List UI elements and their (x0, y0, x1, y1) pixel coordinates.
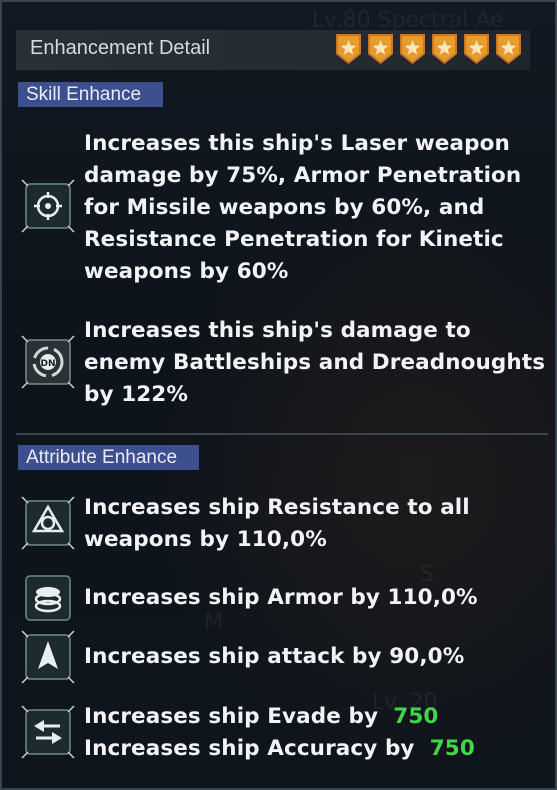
skill-description: Increases this ship's damage to enemy Ba… (84, 315, 545, 411)
armor-icon (25, 575, 71, 621)
skill-description-line: Resistance Penetration for Kinetic (84, 227, 504, 252)
attribute-description: Increases ship Armor by 110,0% (84, 582, 478, 614)
resistance-icon (21, 496, 75, 550)
attribute-description-line: weapons by 110,0% (84, 527, 327, 552)
skill-description-line: damage by 75%, Armor Penetration (84, 163, 522, 188)
attribute-description-line: Increases ship Armor by 110,0% (84, 585, 478, 610)
evade-label: Increases ship Evade by (84, 704, 379, 729)
accuracy-value: 750 (429, 736, 475, 761)
dreadnought-icon: DN (21, 335, 75, 389)
attribute-description-line: Increases ship Resistance to all (84, 495, 470, 520)
star-badge-icon (432, 34, 457, 64)
skill-description-line: weapons by 60% (84, 259, 289, 284)
skill-description-line: by 122% (84, 382, 189, 407)
evade-line: Increases ship Evade by 750 (84, 701, 475, 733)
attribute-description: Increases ship Evade by 750 Increases sh… (84, 701, 475, 765)
evade-value: 750 (393, 704, 439, 729)
attribute-description-line: Increases ship attack by 90,0% (84, 644, 465, 669)
skill-description-line: enemy Battleships and Dreadnoughts (84, 350, 546, 375)
skill-description-line: Increases this ship's Laser weapon (84, 131, 510, 156)
enhancement-detail-panel: Lv.80 Spectral Ae S M Lv. 20 Enhancement… (0, 0, 557, 790)
attribute-description: Increases ship Resistance to all weapons… (84, 492, 470, 556)
skill-description-line: for Missile weapons by 60%, and (84, 195, 485, 220)
accuracy-label: Increases ship Accuracy by (84, 736, 415, 761)
attack-icon (21, 630, 75, 684)
section-divider (16, 433, 548, 435)
star-rating (334, 32, 523, 66)
svg-text:DN: DN (40, 359, 55, 369)
evade-accuracy-icon (21, 705, 75, 759)
crosshair-icon (21, 179, 75, 233)
panel-title: Enhancement Detail (30, 37, 211, 59)
attribute-enhance-label: Attribute Enhance (18, 445, 200, 470)
star-badge-icon (464, 34, 489, 64)
accuracy-line: Increases ship Accuracy by 750 (84, 733, 475, 765)
panel-header: Enhancement Detail (16, 30, 530, 70)
star-badge-icon (496, 34, 521, 64)
star-badge-icon (336, 34, 361, 64)
skill-enhance-label: Skill Enhance (18, 82, 164, 107)
star-badge-icon (400, 34, 425, 64)
skill-description: Increases this ship's Laser weapon damag… (84, 128, 521, 288)
skill-description-line: Increases this ship's damage to (84, 318, 471, 343)
attribute-description: Increases ship attack by 90,0% (84, 641, 464, 673)
star-badge-icon (368, 34, 393, 64)
